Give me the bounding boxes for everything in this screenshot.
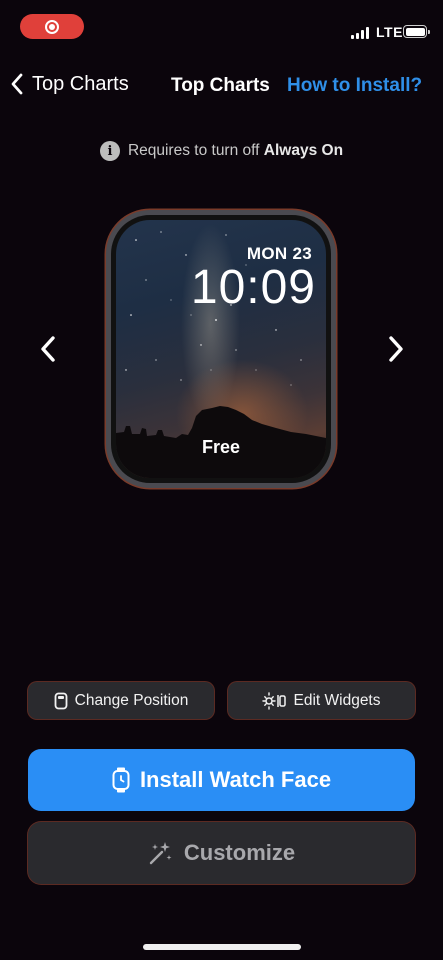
how-to-install-link[interactable]: How to Install? — [287, 75, 422, 97]
install-watch-face-label: Install Watch Face — [139, 767, 332, 792]
edit-widgets-icon — [262, 691, 287, 710]
change-position-label: Change Position — [74, 691, 189, 709]
price-label: Free — [201, 437, 241, 457]
edit-widgets-button[interactable]: Edit Widgets — [228, 682, 415, 719]
page-title: Top Charts — [171, 75, 270, 96]
screen-recording-indicator[interactable] — [20, 14, 84, 39]
watch-bezel: MON 23 10:09 Free — [111, 215, 331, 483]
chevron-left-icon — [11, 73, 23, 95]
change-position-button[interactable]: Change Position — [28, 682, 214, 719]
notice-text: Requires to turn off Always On — [128, 142, 343, 160]
home-indicator[interactable] — [143, 944, 301, 950]
watch-time: 10:09 — [190, 261, 316, 314]
navigation-bar: Top Charts Top Charts How to Install? — [0, 68, 443, 104]
info-icon: i — [99, 141, 120, 161]
battery-icon — [403, 25, 430, 38]
watch-outline-icon — [54, 692, 68, 709]
customize-button[interactable]: Customize — [28, 822, 415, 884]
customize-label: Customize — [183, 840, 296, 865]
chevron-right-icon — [389, 336, 403, 362]
always-on-notice: i Requires to turn off Always On — [0, 141, 443, 161]
status-bar: LTE — [0, 0, 443, 60]
cellular-signal-icon — [351, 27, 369, 39]
notice-emphasis: Always On — [263, 142, 344, 159]
record-icon — [45, 19, 59, 34]
network-type: LTE — [376, 24, 403, 40]
apple-watch-icon — [112, 767, 130, 793]
back-button[interactable]: Top Charts — [10, 72, 129, 96]
install-watch-face-button[interactable]: Install Watch Face — [28, 749, 415, 811]
desert-silhouette — [116, 406, 326, 478]
back-button-label: Top Charts — [32, 72, 129, 95]
watch-screen: MON 23 10:09 Free — [116, 220, 326, 478]
watch-face-preview[interactable]: MON 23 10:09 Free — [106, 210, 336, 488]
edit-widgets-label: Edit Widgets — [293, 691, 381, 709]
chevron-left-icon — [41, 336, 55, 362]
previous-face-button[interactable] — [38, 334, 60, 364]
magic-wand-sparkles-icon — [149, 842, 172, 865]
notice-message: Requires to turn off — [127, 142, 260, 159]
next-face-button[interactable] — [384, 334, 406, 364]
